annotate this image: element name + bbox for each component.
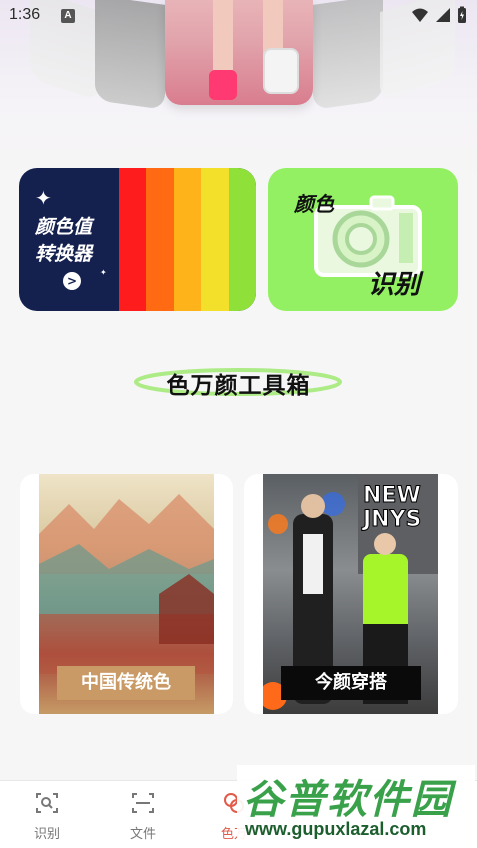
watermark-url: www.gupuxlazal.com — [245, 819, 427, 839]
rainbow-stripes — [119, 168, 256, 311]
sparkle-icon: ✦ — [35, 186, 52, 210]
color-converter-card[interactable]: ✦ ✦ 颜色值 转换器 > — [19, 168, 256, 311]
nav-item-files[interactable]: 文件 — [113, 791, 173, 842]
tool-card-traditional-colors[interactable]: 中国传统色 — [20, 474, 233, 714]
color-recognition-card[interactable]: 颜色 识别 — [268, 168, 458, 311]
scan-frame-icon — [132, 793, 154, 813]
converter-go-button[interactable]: > — [63, 272, 81, 290]
notification-icon: A — [61, 9, 75, 23]
watermark: 谷普软件园 www.gupuxlazal.com — [237, 765, 475, 843]
sparkle-icon: ✦ — [100, 268, 107, 277]
converter-title: 颜色值 转换器 — [35, 216, 93, 265]
scan-search-icon — [36, 793, 58, 813]
watermark-title: 谷普软件园 — [243, 777, 453, 823]
section-title: 色万颜工具箱 — [166, 373, 311, 399]
tool-label: 中国传统色 — [57, 666, 195, 700]
tool-card-outfit[interactable]: NEW JNYS 今颜穿搭 — [244, 474, 458, 714]
recognition-title-top: 颜色 — [294, 192, 334, 216]
tool-label: 今颜穿搭 — [281, 666, 421, 700]
wifi-icon — [412, 8, 428, 22]
battery-icon — [458, 6, 466, 23]
status-bar: 1:36 A — [0, 0, 477, 32]
signal-icon — [436, 8, 450, 22]
recognition-title-bottom: 识别 — [368, 270, 421, 300]
status-time: 1:36 — [9, 6, 41, 23]
svg-text:JNYS: JNYS — [361, 507, 421, 532]
section-header: 色万颜工具箱 — [0, 360, 477, 404]
svg-text:NEW: NEW — [363, 483, 421, 508]
nav-item-recognize[interactable]: 识别 — [17, 791, 77, 842]
